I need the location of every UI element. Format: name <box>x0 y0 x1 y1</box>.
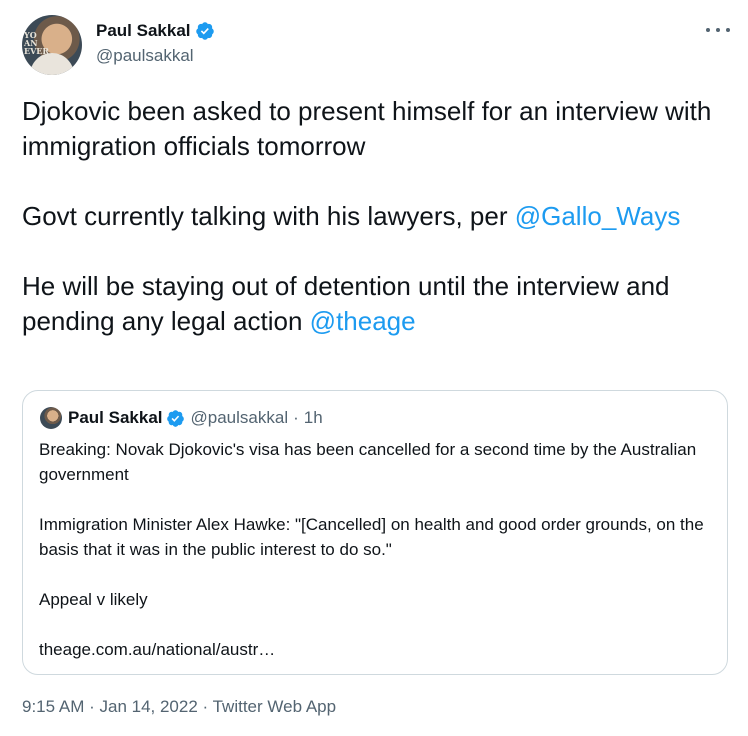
verified-badge-icon <box>195 22 214 40</box>
tweet-paragraph-text: Djokovic been asked to present himself f… <box>22 96 712 161</box>
tweet-detail: YO AN EVER Paul Sakkal @paulsakkal Djokov… <box>0 0 748 736</box>
quoted-timestamp: 1h <box>303 408 323 427</box>
verified-badge-icon <box>166 409 184 427</box>
quoted-paragraph: Breaking: Novak Djokovic's visa has been… <box>39 440 697 484</box>
mention-link[interactable]: @theage <box>310 306 416 336</box>
mention-link[interactable]: @Gallo_Ways <box>515 201 681 231</box>
quoted-tweet-header: Paul Sakkal @paulsakkal · 1h <box>40 406 323 430</box>
tweet-meta: 9:15 AM · Jan 14, 2022 · Twitter Web App <box>22 697 336 717</box>
author-handle[interactable]: @paulsakkal <box>96 46 194 66</box>
author-name[interactable]: Paul Sakkal <box>96 21 191 41</box>
tweet-paragraph: Govt currently talking with his lawyers,… <box>22 199 734 234</box>
tweet-date[interactable]: Jan 14, 2022 <box>99 697 197 716</box>
more-dot <box>726 28 730 32</box>
author-name-row: Paul Sakkal <box>96 21 215 41</box>
quoted-paragraph: Immigration Minister Alex Hawke: "[Cance… <box>39 515 704 559</box>
quoted-tweet-card[interactable]: Paul Sakkal @paulsakkal · 1h Breaking: N… <box>22 390 728 675</box>
meta-separator: · <box>197 697 213 716</box>
tweet-paragraph: He will be staying out of detention unti… <box>22 269 734 339</box>
quoted-tweet-text: Breaking: Novak Djokovic's visa has been… <box>39 437 711 662</box>
avatar[interactable]: YO AN EVER <box>22 15 82 75</box>
tweet-text: Djokovic been asked to present himself f… <box>22 94 734 339</box>
avatar-sign: YO AN EVER <box>24 30 50 56</box>
tweet-paragraph-text: Govt currently talking with his lawyers,… <box>22 201 515 231</box>
tweet-source[interactable]: Twitter Web App <box>213 697 336 716</box>
tweet-paragraph: Djokovic been asked to present himself f… <box>22 94 734 164</box>
quoted-avatar <box>40 407 62 429</box>
more-options-icon[interactable] <box>706 20 730 40</box>
more-dot <box>716 28 720 32</box>
quoted-link[interactable]: theage.com.au/national/austr… <box>39 637 711 662</box>
more-dot <box>706 28 710 32</box>
quoted-paragraph: Appeal v likely <box>39 590 148 609</box>
quoted-author-handle: @paulsakkal <box>190 408 289 427</box>
meta-separator: · <box>84 697 100 716</box>
avatar-shirt <box>30 53 74 75</box>
quoted-separator: · <box>293 408 299 427</box>
quoted-author-name: Paul Sakkal <box>68 408 163 427</box>
tweet-time[interactable]: 9:15 AM <box>22 697 84 716</box>
